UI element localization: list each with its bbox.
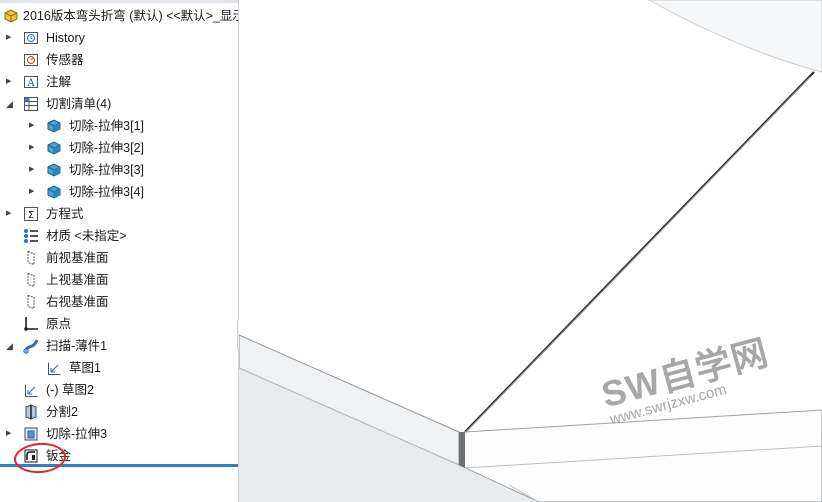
solid-body-icon [46,118,62,134]
tree-item[interactable]: ▶ Σ 方程式 [0,203,238,225]
part-icon [3,8,19,24]
tree-item[interactable]: ▶ 切除-拉伸3[4] [0,181,238,203]
expand-arrow-icon[interactable]: ▶ [29,165,37,175]
expand-arrow-icon[interactable]: ▶ [29,121,37,131]
tree-item-label: 扫描-薄件1 [46,339,108,353]
tree-item-label: 切除-拉伸3[1] [69,119,145,133]
tree-item-label: 草图1 [69,361,101,375]
sensor-icon [23,52,39,68]
plane-icon [23,250,39,266]
tree-item-label: 材质 <未指定> [46,229,127,243]
panel-top-border [0,0,238,3]
tree-item[interactable]: (-) 草图2 [0,379,238,401]
tree-root-part[interactable]: 2016版本弯头折弯 (默认) <<默认>_显示 [0,5,238,27]
tree-item-label: (-) 草图2 [46,383,94,397]
expand-arrow-icon[interactable]: ▶ [29,143,37,153]
tree-item[interactable]: 材质 <未指定> [0,225,238,247]
graphics-viewport[interactable] [239,0,822,502]
history-folder-icon [23,30,39,46]
tree-item[interactable]: 草图1 [0,357,238,379]
tree-item[interactable]: 原点 [0,313,238,335]
tree-item-label: 切除-拉伸3[3] [69,163,145,177]
tree-item-label: 右视基准面 [46,295,109,309]
collapse-arrow-icon[interactable]: ◢ [6,341,14,351]
tree-item-label: 切除-拉伸3 [46,427,108,441]
solid-body-icon [46,162,62,178]
sweep-icon [23,338,39,354]
tree-item[interactable]: ▶ 切除-拉伸3 [0,423,238,445]
tree-item-label: 切割清单(4) [46,97,112,111]
tree-item[interactable]: 右视基准面 [0,291,238,313]
tree-item[interactable]: 分割2 [0,401,238,423]
expand-arrow-icon[interactable]: ▶ [29,187,37,197]
tree-item[interactable]: 上视基准面 [0,269,238,291]
feature-manager-tree: 2016版本弯头折弯 (默认) <<默认>_显示 ▶ History 传感器 ▶ A 注解… [0,0,239,502]
tree-item-label: 前视基准面 [46,251,109,265]
annotation-icon: A [23,74,39,90]
svg-text:A: A [26,78,35,89]
cut-list-icon [23,96,39,112]
tree-root-label: 2016版本弯头折弯 (默认) <<默认>_显示 [23,9,239,23]
tree-item[interactable]: ◢ 扫描-薄件1 [0,335,238,357]
sketch-icon [46,360,62,376]
tree-item-label: History [46,31,85,45]
tree-item[interactable]: ◢ 切割清单(4) [0,93,238,115]
split-icon [23,404,39,420]
expand-arrow-icon[interactable]: ▶ [6,429,14,439]
tree-item-label: 切除-拉伸3[4] [69,185,145,199]
tree-item-label: 方程式 [46,207,84,221]
expand-arrow-icon[interactable]: ▶ [6,77,14,87]
tree-item[interactable]: ▶ 切除-拉伸3[2] [0,137,238,159]
plane-icon [23,294,39,310]
tree-item[interactable]: 前视基准面 [0,247,238,269]
model-view [239,0,822,502]
equation-icon: Σ [23,206,39,222]
tree-item-label: 分割2 [46,405,78,419]
tree-item-label: 传感器 [46,53,84,67]
tree-item[interactable]: ▶ 切除-拉伸3[3] [0,159,238,181]
sketch-icon [23,382,39,398]
material-icon [23,228,39,244]
tree-item-label: 注解 [46,75,72,89]
tree-item[interactable]: 传感器 [0,49,238,71]
tree-item-label: 上视基准面 [46,273,109,287]
tree-item[interactable]: ▶ 切除-拉伸3[1] [0,115,238,137]
svg-text:Σ: Σ [28,210,34,221]
plane-icon [23,272,39,288]
expand-arrow-icon[interactable]: ▶ [6,209,14,219]
tree-item[interactable]: ▶ History [0,27,238,49]
tree-item-label: 切除-拉伸3[2] [69,141,145,155]
expand-arrow-icon[interactable]: ▶ [6,33,14,43]
tree-item-label: 原点 [46,317,72,331]
solid-body-icon [46,140,62,156]
origin-icon [23,316,39,332]
tree-item[interactable]: ▶ A 注解 [0,71,238,93]
extrude-cut-icon [23,426,39,442]
collapse-arrow-icon[interactable]: ◢ [6,99,14,109]
solid-body-icon [46,184,62,200]
